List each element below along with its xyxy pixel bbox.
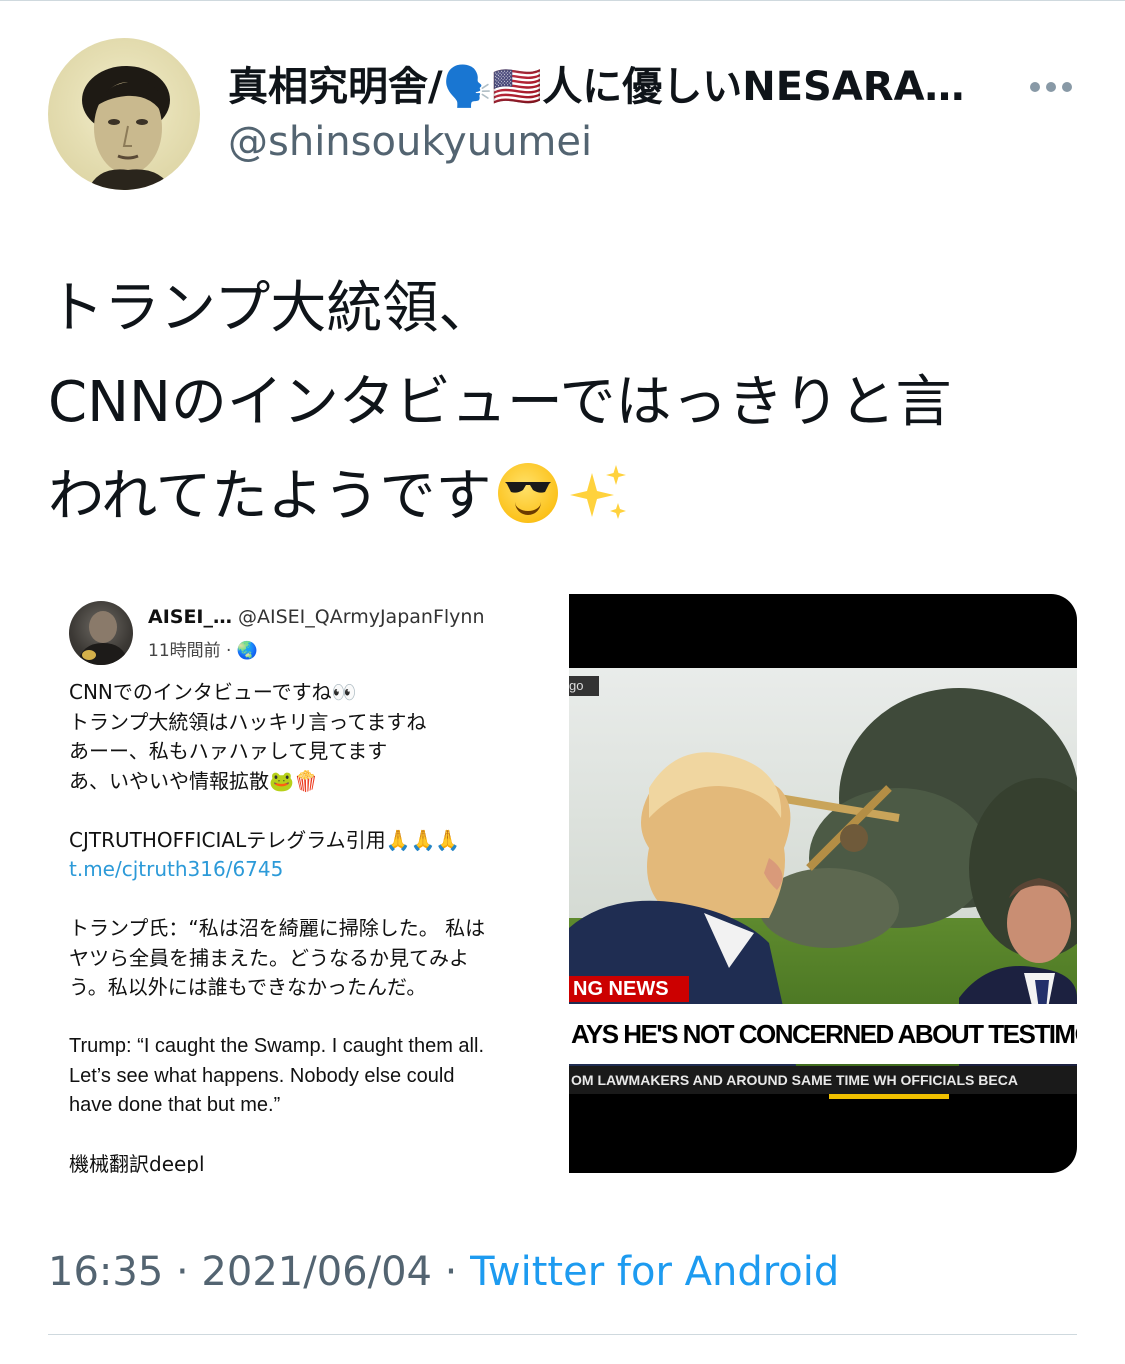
bottom-divider [48,1334,1077,1335]
quoted-line: ヤツら全員を捕まえた。どうなるか見てみよ [69,945,469,970]
author-display-name[interactable]: 真相究明舎/🗣️🇺🇸人に優しいNESARA… [228,62,1008,112]
quoted-line: 機械翻訳deepl [69,1152,205,1173]
tweet-line-2: CNNのインタビューではっきりと言 [48,370,952,435]
quoted-line: あーー、私もハァハァして見てます [69,739,388,763]
ticker-accent-bar [829,1094,949,1099]
author-name-text: 真相究明舎/🗣️🇺🇸人に優しいNESARA… [228,64,965,110]
smiling-face-with-sunglasses-emoji [497,463,558,523]
more-options-icon [1030,82,1072,92]
quoted-telegram-link: t.me/cjtruth316/6745 [69,857,284,881]
tweet-timestamp[interactable]: 16:35 · 2021/06/04 · [48,1249,470,1295]
more-options-button[interactable] [1026,70,1076,100]
quoted-name: AISEI_… [148,606,233,628]
quoted-blank-line [69,1003,559,1033]
author-handle[interactable]: @shinsoukyuumei [228,116,592,168]
tweet-text: トランプ大統領、 CNNのインタビューではっきりと言 われてたようです [48,262,1088,544]
top-divider [0,0,1125,1]
quoted-line: Let’s see what happens. Nobody else coul… [69,1064,455,1087]
quoted-avatar [69,601,133,665]
quoted-line: あ、いやいや情報拡散🐸🍿 [69,768,319,793]
quoted-line: CJTRUTHOFFICIALテレグラム引用🙏🙏🙏 [69,827,461,852]
tweet-source-link[interactable]: Twitter for Android [470,1249,839,1295]
quoted-blank-line [69,796,559,826]
quoted-line: Trump: “I caught the Swamp. I caught the… [69,1035,484,1057]
quoted-handle: @AISEI_QArmyJapanFlynn [238,606,485,628]
news-headline-chyron: AYS HE'S NOT CONCERNED ABOUT TESTIMONY S… [569,1004,1077,1064]
quoted-line: CNNでのインタビューですね👀 [69,680,357,704]
breaking-news-tag: NG NEWS [569,976,689,1002]
quoted-blank-line [69,1121,559,1151]
quoted-time: 11時間前 · 🌏 [148,641,259,661]
author-avatar[interactable] [48,38,200,190]
quoted-line: う。私以外には誰もできなかったんだ。 [69,975,427,999]
quoted-blank-line [69,885,559,915]
tweet-line-1: トランプ大統領、 [48,276,495,341]
sparkles-emoji [569,465,626,519]
tweet-metadata: 16:35 · 2021/06/04 · Twitter for Android [48,1246,839,1298]
quoted-line: トランプ氏：“私は沼を綺麗に掃除した。 私は [69,916,486,940]
news-sub-ticker: OM LAWMAKERS AND AROUND SAME TIME WH OFF… [569,1066,1077,1094]
quoted-line: have done that but me.” [69,1094,281,1116]
network-corner-label: go [569,676,599,696]
quoted-post-screenshot[interactable]: AISEI_… @AISEI_QArmyJapanFlynn 11時間前 · 🌏… [48,594,569,1173]
news-video-screenshot[interactable]: go NG NEWS AYS HE'S NOT CONCERNED ABOUT … [569,594,1077,1173]
tweet-line-3-text: われてたようです [48,464,492,529]
tweet-line-3: われてたようです [48,450,1088,544]
tweet-media[interactable]: AISEI_… @AISEI_QArmyJapanFlynn 11時間前 · 🌏… [48,594,1077,1173]
quoted-line: トランプ大統領はハッキリ言ってますね [69,709,427,734]
quoted-body: CNNでのインタビューですね👀 トランプ大統領はハッキリ言ってますね あーー、私… [69,678,559,1173]
